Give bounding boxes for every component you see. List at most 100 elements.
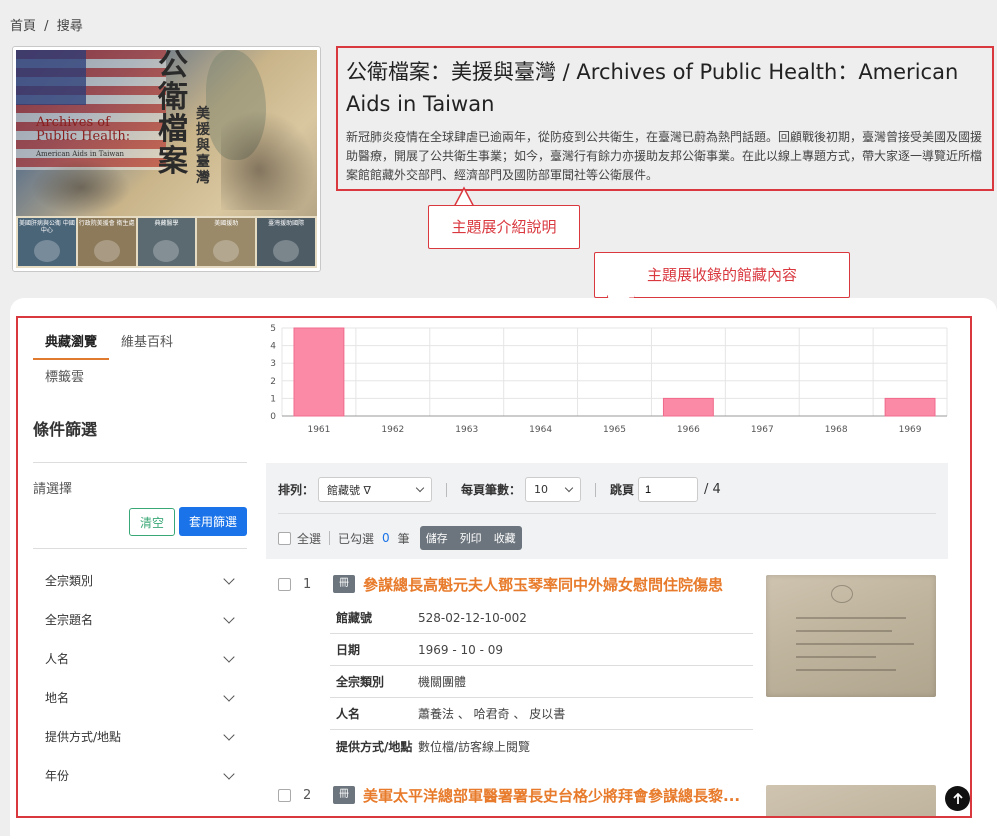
volume-badge-icon: 冊 <box>333 786 355 804</box>
divider <box>33 548 247 549</box>
per-page-label: 每頁筆數： <box>461 483 522 497</box>
flag-canton-decoration <box>16 50 86 105</box>
people-photo-decoration <box>31 160 131 215</box>
cover-tile: 美國肝病與公衛 中國中心 <box>18 218 76 266</box>
save-button[interactable]: 儲存 <box>420 526 454 550</box>
result-thumbnail[interactable] <box>766 785 936 818</box>
result-title-link[interactable]: 美軍太平洋總部軍醫署署長史台格少將拜會參謀總長黎... <box>363 785 740 806</box>
chevron-down-icon <box>223 611 235 624</box>
sidebar-tabs: 典藏瀏覽 維基百科 <box>33 326 185 360</box>
facet-person-name[interactable]: 人名 <box>33 639 243 678</box>
chart-y-tick-label: 5 <box>270 324 276 334</box>
scroll-to-top-button[interactable] <box>945 786 970 811</box>
chevron-down-icon <box>223 650 235 663</box>
collect-button[interactable]: 收藏 <box>488 526 522 550</box>
meta-row-access-location: 提供方式/地點 數位檔/訪客線上閱覽 <box>336 739 531 754</box>
separator <box>329 531 331 545</box>
apply-filter-button[interactable]: 套用篩選 <box>179 507 247 536</box>
print-button[interactable]: 列印 <box>454 526 488 550</box>
chart-bar <box>884 397 936 417</box>
exhibition-title: 公衛檔案：美援與臺灣 / Archives of Public Health：A… <box>346 60 959 116</box>
result-number: 1 <box>303 576 312 592</box>
people-photo-decoration <box>221 110 316 210</box>
result-thumbnail[interactable] <box>766 575 936 697</box>
chevron-down-icon <box>223 728 235 741</box>
arrow-up-icon <box>952 792 963 804</box>
chart-y-tick-label: 2 <box>270 377 276 387</box>
selected-count: 0 <box>382 531 390 545</box>
tab-collection-browse[interactable]: 典藏瀏覽 <box>33 326 110 360</box>
facet-list: 全宗類別 全宗題名 人名 地名 提供方式/地點 年份 <box>33 561 243 795</box>
chevron-down-icon <box>223 767 235 780</box>
cover-tile: 美國援助 <box>197 218 256 266</box>
cover-tile: 行政院美援會 衛生處 <box>77 218 136 266</box>
page-number-input[interactable] <box>638 477 699 502</box>
chart-x-tick-label: 1961 <box>307 425 330 435</box>
divider <box>33 462 247 463</box>
result-checkbox[interactable] <box>278 788 291 802</box>
chart-bar <box>662 397 714 417</box>
breadcrumb-current: 搜尋 <box>56 19 83 34</box>
filter-choose-label: 請選擇 <box>33 482 73 497</box>
select-all-label[interactable]: 全選 <box>297 530 321 547</box>
select-all-checkbox[interactable] <box>278 531 291 545</box>
chart-x-tick-label: 1964 <box>529 425 552 435</box>
exhibition-cover-image: Archives of Public Health: American Aids… <box>12 46 321 272</box>
facet-year[interactable]: 年份 <box>33 756 243 795</box>
chart-x-tick-label: 1966 <box>677 425 700 435</box>
chart-x-tick-label: 1967 <box>751 425 774 435</box>
exhibition-intro: 公衛檔案：美援與臺灣 / Archives of Public Health：A… <box>336 46 994 191</box>
result-checkbox[interactable] <box>278 577 291 591</box>
facet-access-location[interactable]: 提供方式/地點 <box>33 717 243 756</box>
cover-tiles: 美國肝病與公衛 中國中心 行政院美援會 衛生處 典藏醫學 美國援助 臺灣援助國際 <box>16 216 317 268</box>
sort-label: 排列： <box>278 483 315 497</box>
result-metadata: 館藏號 528-02-12-10-002 日期 1969 - 10 - 09 全… <box>330 602 753 762</box>
meta-row-date: 日期 1969 - 10 - 09 <box>330 634 753 666</box>
results-toolbar: 排列： 館藏號 ∇ 每頁筆數： 10 跳頁 / 4 全選 已勾選 0 筆 儲存 … <box>266 463 948 559</box>
cover-title-zh: 公衛檔案 <box>158 50 188 179</box>
volume-badge-icon: 冊 <box>333 575 355 593</box>
cover-tile: 臺灣援助國際 <box>257 218 315 266</box>
selected-suffix: 筆 <box>397 531 410 546</box>
chart-x-tick-label: 1968 <box>825 425 848 435</box>
separator <box>446 482 448 497</box>
exhibition-description: 新冠肺炎疫情在全球肆虐已逾兩年，從防疫到公共衛生，在臺灣已蔚為熱門話題。回顧戰後… <box>346 130 983 182</box>
per-page-value: 10 <box>534 483 549 496</box>
sort-value: 館藏號 ∇ <box>327 483 371 497</box>
clear-filter-button[interactable]: 清空 <box>129 508 175 536</box>
facet-fonds-title[interactable]: 全宗題名 <box>33 600 243 639</box>
jump-page-label: 跳頁 <box>610 483 635 497</box>
selected-prefix: 已勾選 <box>338 531 375 546</box>
chevron-down-icon <box>564 483 574 492</box>
chart-svg: 0 1 2 3 4 5 1961 1962 1963 1964 1965 1966 1967 1968 19… <box>270 324 948 435</box>
result-item: 1 冊 參謀總長高魁元夫人鄧玉琴率同中外婦女慰問住院傷患 館藏號 528-02-… <box>278 572 958 754</box>
filter-title: 條件篩選 <box>33 420 98 439</box>
chevron-down-icon <box>415 483 425 492</box>
facet-place-name[interactable]: 地名 <box>33 678 243 717</box>
breadcrumb-home[interactable]: 首頁 <box>10 19 36 34</box>
meta-row-person-names: 人名 蕭養法 、 哈君奇 、 皮以書 <box>330 698 753 730</box>
facet-fonds-category[interactable]: 全宗類別 <box>33 561 243 600</box>
per-page-select[interactable]: 10 <box>525 477 582 502</box>
chevron-down-icon <box>223 689 235 702</box>
tab-wikipedia[interactable]: 維基百科 <box>109 326 185 360</box>
result-number: 2 <box>303 787 312 803</box>
meta-row-collection-number: 館藏號 528-02-12-10-002 <box>330 602 753 634</box>
tab-tag-cloud[interactable]: 標籤雲 <box>45 366 84 385</box>
callout-intro-annotation: 主題展介紹說明 <box>428 205 580 249</box>
result-title-link[interactable]: 參謀總長高魁元夫人鄧玉琴率同中外婦女慰問住院傷患 <box>363 574 723 595</box>
chart-bar <box>293 327 345 417</box>
cover-title-en: Archives of Public Health: American Aids… <box>36 115 131 159</box>
total-pages: / 4 <box>704 482 721 497</box>
result-item: 2 冊 美軍太平洋總部軍醫署署長史台格少將拜會參謀總長黎... <box>278 783 958 818</box>
divider <box>278 513 936 514</box>
chevron-down-icon <box>223 572 235 585</box>
cover-subtitle-zh: 美援與臺灣 <box>196 106 210 186</box>
chart-y-tick-label: 0 <box>270 412 276 422</box>
chart-y-tick-label: 3 <box>270 359 276 369</box>
sort-select[interactable]: 館藏號 ∇ <box>318 477 433 502</box>
chart-x-tick-label: 1962 <box>381 425 404 435</box>
chart-x-tick-label: 1965 <box>603 425 626 435</box>
breadcrumb-separator: / <box>44 19 49 34</box>
cover-tile: 典藏醫學 <box>137 218 196 266</box>
